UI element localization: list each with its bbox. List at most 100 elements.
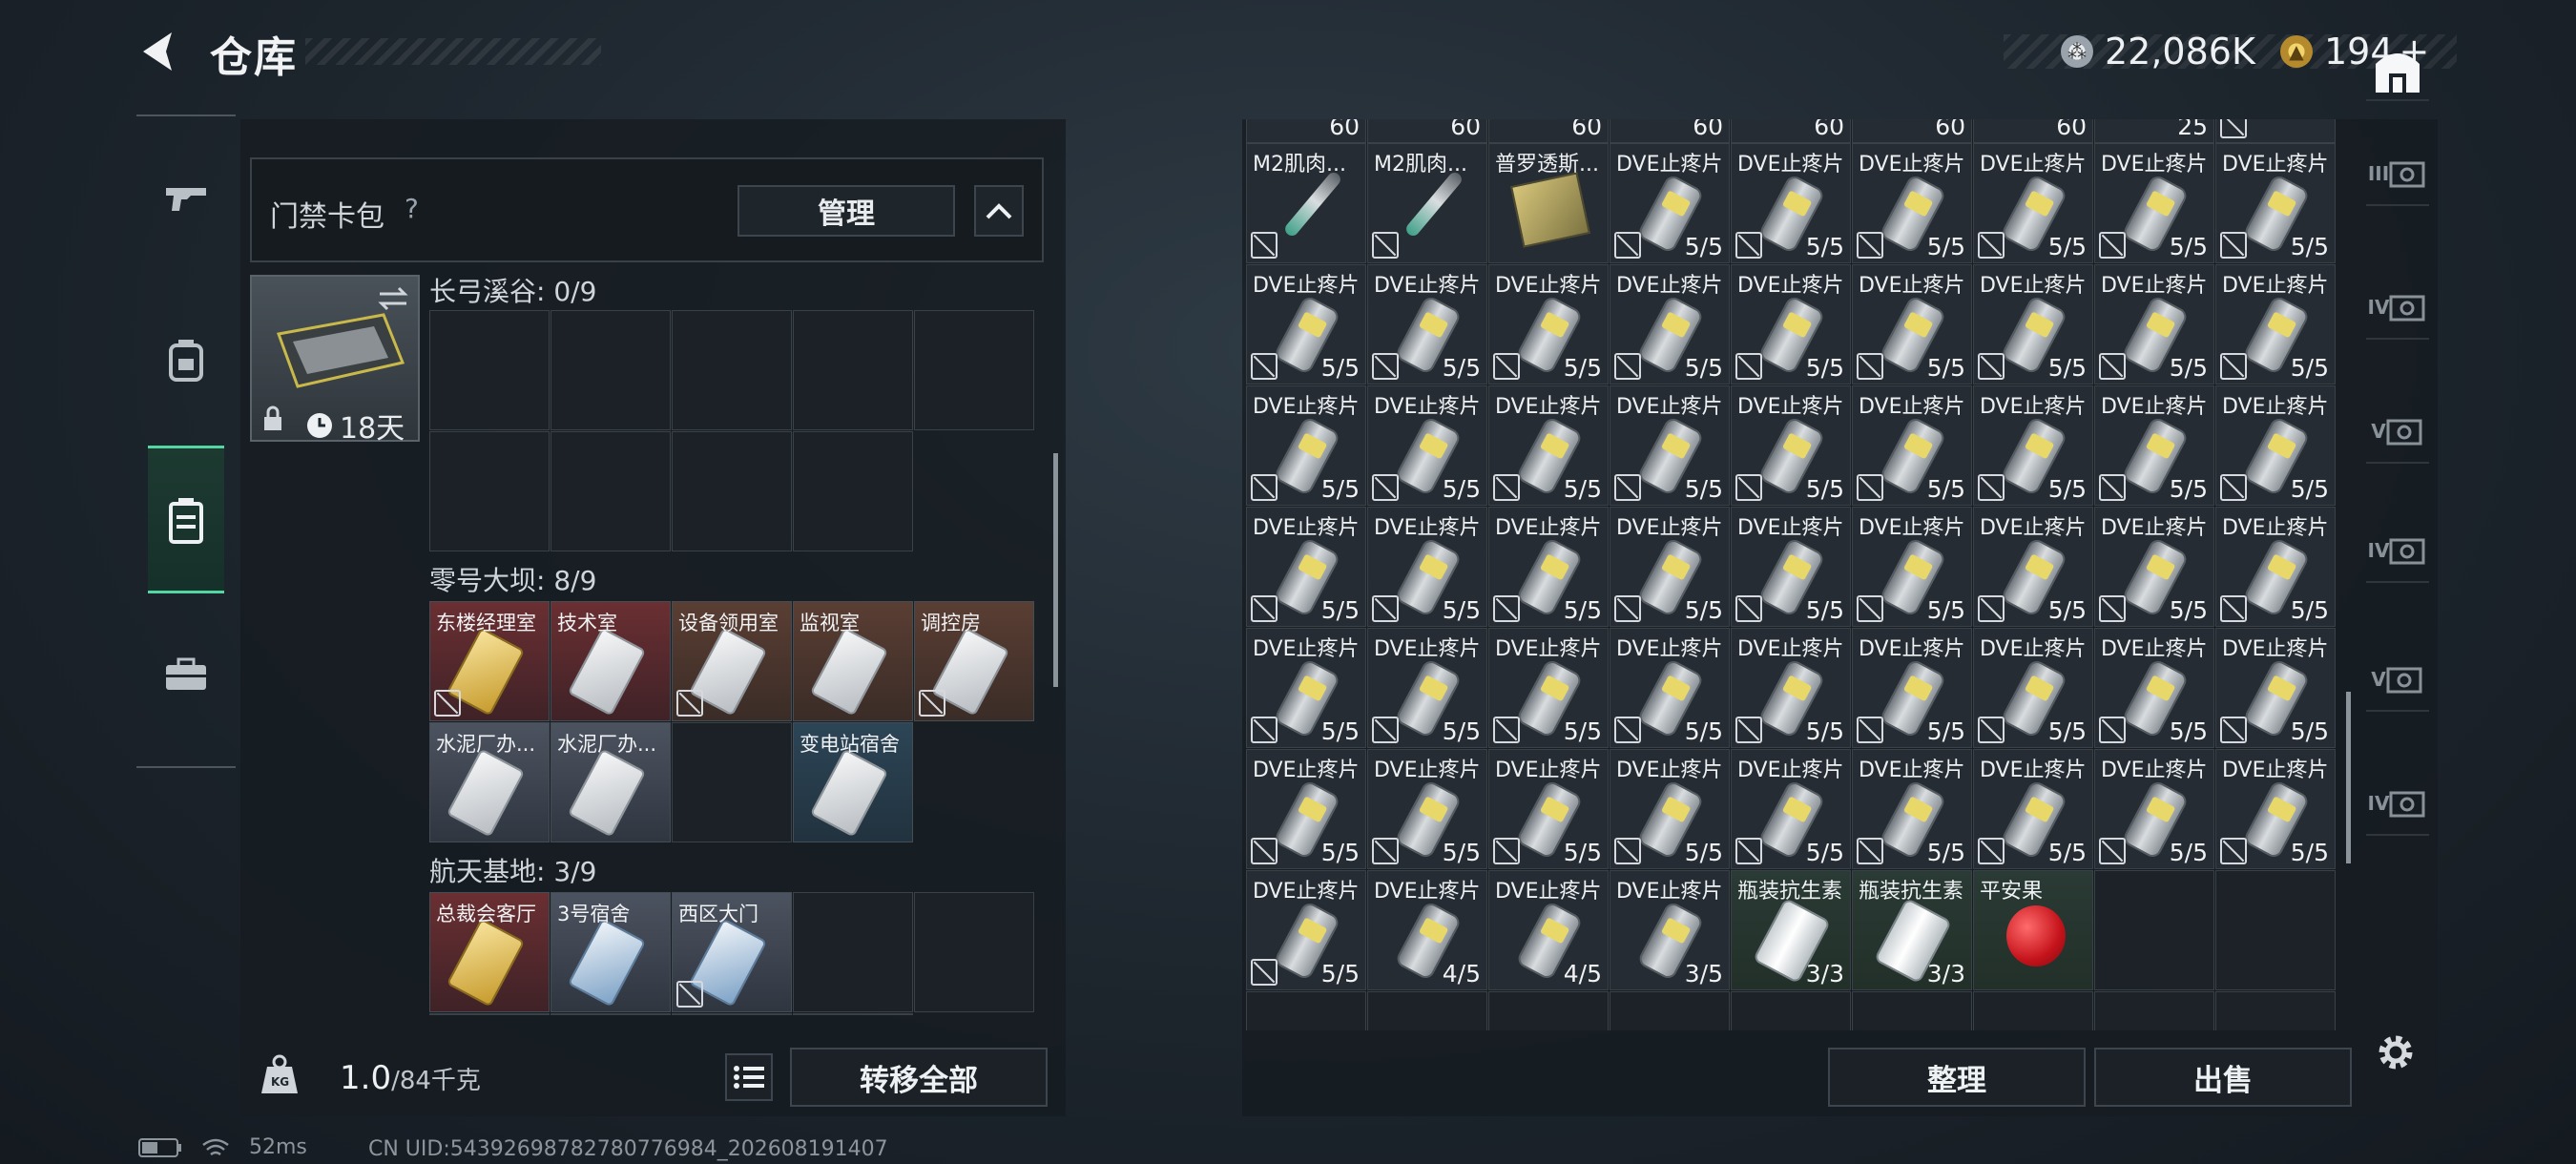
warehouse-tab-2[interactable]: III [2366, 143, 2429, 206]
inventory-item[interactable]: DVE止疼片 5/5 [1246, 385, 1366, 506]
inventory-item[interactable]: DVE止疼片 5/5 [1488, 385, 1609, 506]
keycard-item[interactable]: 3号宿舍 [551, 892, 671, 1012]
inventory-item[interactable]: DVE止疼片 5/5 [1246, 264, 1366, 385]
inventory-item[interactable]: DVE止疼片 5/5 [1488, 749, 1609, 869]
tab-weapons[interactable] [148, 159, 224, 236]
keycard-item[interactable]: 设备领用室 [672, 601, 792, 721]
inventory-item[interactable]: DVE止疼片 5/5 [1973, 749, 2093, 869]
inventory-item[interactable]: DVE止疼片 5/5 [1488, 264, 1609, 385]
keycard-item[interactable]: 水泥厂办... [429, 722, 550, 842]
inventory-item[interactable]: DVE止疼片 5/5 [2215, 628, 2336, 748]
list-view-button[interactable] [725, 1053, 773, 1101]
inventory-item[interactable]: DVE止疼片 5/5 [1488, 507, 1609, 627]
keycard-item[interactable]: 变电站宿舍 [793, 722, 913, 842]
warehouse-tab-5[interactable]: IV [2366, 520, 2429, 583]
inventory-item-partial[interactable]: 60 [1973, 119, 2093, 143]
inventory-item[interactable]: DVE止疼片 5/5 [1852, 628, 1972, 748]
inventory-item[interactable]: DVE止疼片 5/5 [2215, 507, 2336, 627]
inventory-item[interactable]: DVE止疼片 5/5 [1367, 507, 1487, 627]
inventory-item[interactable]: DVE止疼片 5/5 [2215, 749, 2336, 869]
inventory-item-partial[interactable]: 60 [1488, 119, 1609, 143]
inventory-item[interactable]: DVE止疼片 5/5 [2094, 143, 2214, 263]
warehouse-tab-3[interactable]: IV [2366, 277, 2429, 340]
inventory-item-partial[interactable]: 60 [1246, 119, 1366, 143]
transfer-all-button[interactable]: 转移全部 [790, 1048, 1048, 1107]
back-button[interactable] [134, 27, 183, 76]
inventory-item[interactable]: DVE止疼片 5/5 [1973, 264, 2093, 385]
inventory-item[interactable]: DVE止疼片 5/5 [1973, 507, 2093, 627]
inventory-item[interactable]: DVE止疼片 5/5 [1246, 507, 1366, 627]
inventory-item[interactable]: DVE止疼片 5/5 [1731, 385, 1851, 506]
inventory-item-partial[interactable]: 60 [1852, 119, 1972, 143]
inventory-item[interactable]: 平安果 [1973, 870, 2093, 990]
inventory-item[interactable]: DVE止疼片 5/5 [1610, 628, 1730, 748]
inventory-item[interactable]: 瓶装抗生素 3/3 [1852, 870, 1972, 990]
inventory-item[interactable]: DVE止疼片 5/5 [1731, 628, 1851, 748]
right-scrollbar[interactable] [2346, 692, 2351, 863]
inventory-item[interactable]: DVE止疼片 5/5 [1246, 749, 1366, 869]
help-icon[interactable]: ? [405, 193, 419, 224]
inventory-item[interactable]: M2肌肉... [1367, 143, 1487, 263]
inventory-item[interactable]: DVE止疼片 5/5 [1610, 264, 1730, 385]
inventory-item[interactable]: DVE止疼片 5/5 [1610, 507, 1730, 627]
sort-button[interactable]: 整理 [1828, 1048, 2086, 1107]
inventory-item[interactable]: DVE止疼片 5/5 [1852, 507, 1972, 627]
inventory-item[interactable]: DVE止疼片 5/5 [2094, 507, 2214, 627]
tab-toolbox[interactable] [148, 636, 224, 713]
inventory-item[interactable]: DVE止疼片 3/5 [1610, 870, 1730, 990]
inventory-item-partial[interactable]: 60 [1367, 119, 1487, 143]
settings-button[interactable] [2372, 1029, 2420, 1076]
inventory-item[interactable]: DVE止疼片 5/5 [2094, 628, 2214, 748]
inventory-item[interactable]: DVE止疼片 4/5 [1488, 870, 1609, 990]
left-scrollbar[interactable] [1053, 453, 1058, 687]
tab-keycards[interactable] [148, 446, 224, 593]
warehouse-tab-6[interactable]: V [2366, 649, 2429, 712]
keycard-item[interactable]: 监视室 [793, 601, 913, 721]
inventory-item[interactable]: DVE止疼片 5/5 [1973, 628, 2093, 748]
inventory-item[interactable]: DVE止疼片 5/5 [1852, 749, 1972, 869]
inventory-item[interactable]: DVE止疼片 5/5 [1488, 628, 1609, 748]
inventory-item[interactable]: DVE止疼片 5/5 [2215, 264, 2336, 385]
keycard-item[interactable]: 东楼经理室 [429, 601, 550, 721]
inventory-item[interactable]: DVE止疼片 5/5 [1610, 749, 1730, 869]
tab-gear[interactable] [148, 322, 224, 398]
warehouse-tab-7[interactable]: IV [2366, 773, 2429, 836]
inventory-item[interactable]: DVE止疼片 5/5 [1367, 749, 1487, 869]
inventory-item[interactable]: DVE止疼片 5/5 [1731, 264, 1851, 385]
inventory-item-partial[interactable]: 60 [1610, 119, 1730, 143]
inventory-item[interactable]: DVE止疼片 5/5 [2215, 143, 2336, 263]
inventory-item[interactable]: DVE止疼片 5/5 [1852, 264, 1972, 385]
warehouse-tab-1[interactable] [2366, 38, 2429, 101]
inventory-item-partial[interactable]: 60 [1731, 119, 1851, 143]
inventory-item[interactable]: DVE止疼片 5/5 [1367, 628, 1487, 748]
inventory-item[interactable]: DVE止疼片 5/5 [1610, 143, 1730, 263]
inventory-item[interactable]: DVE止疼片 5/5 [1852, 143, 1972, 263]
inventory-item[interactable]: DVE止疼片 5/5 [1973, 385, 2093, 506]
inventory-item[interactable]: DVE止疼片 5/5 [1731, 143, 1851, 263]
inventory-item[interactable]: DVE止疼片 5/5 [2094, 264, 2214, 385]
keycard-item[interactable]: 总裁会客厅 [429, 892, 550, 1012]
inventory-item[interactable]: DVE止疼片 5/5 [1610, 385, 1730, 506]
swap-icon[interactable] [376, 284, 410, 313]
warehouse-tab-4[interactable]: V [2366, 401, 2429, 464]
inventory-item[interactable]: DVE止疼片 5/5 [1852, 385, 1972, 506]
inventory-item[interactable]: 普罗透斯... [1488, 143, 1609, 263]
inventory-item[interactable]: M2肌肉... [1246, 143, 1366, 263]
inventory-item[interactable]: DVE止疼片 5/5 [1246, 628, 1366, 748]
inventory-item[interactable]: DVE止疼片 5/5 [1367, 385, 1487, 506]
inventory-item[interactable]: DVE止疼片 4/5 [1367, 870, 1487, 990]
keycard-item[interactable]: 技术室 [551, 601, 671, 721]
inventory-item[interactable]: 瓶装抗生素 3/3 [1731, 870, 1851, 990]
keycard-item[interactable]: 西区大门 [672, 892, 792, 1012]
manage-button[interactable]: 管理 [737, 185, 955, 237]
keycard-item[interactable]: 调控房 [914, 601, 1034, 721]
inventory-item[interactable]: DVE止疼片 5/5 [2094, 749, 2214, 869]
inventory-item[interactable]: DVE止疼片 5/5 [1973, 143, 2093, 263]
inventory-item[interactable]: DVE止疼片 5/5 [1367, 264, 1487, 385]
inventory-item[interactable]: DVE止疼片 5/5 [1246, 870, 1366, 990]
keycard-item[interactable]: 水泥厂办... [551, 722, 671, 842]
inventory-item[interactable]: DVE止疼片 5/5 [2094, 385, 2214, 506]
inventory-item-partial[interactable]: 25 [2094, 119, 2214, 143]
inventory-item[interactable]: DVE止疼片 5/5 [2215, 385, 2336, 506]
inventory-item-partial[interactable] [2215, 119, 2336, 143]
